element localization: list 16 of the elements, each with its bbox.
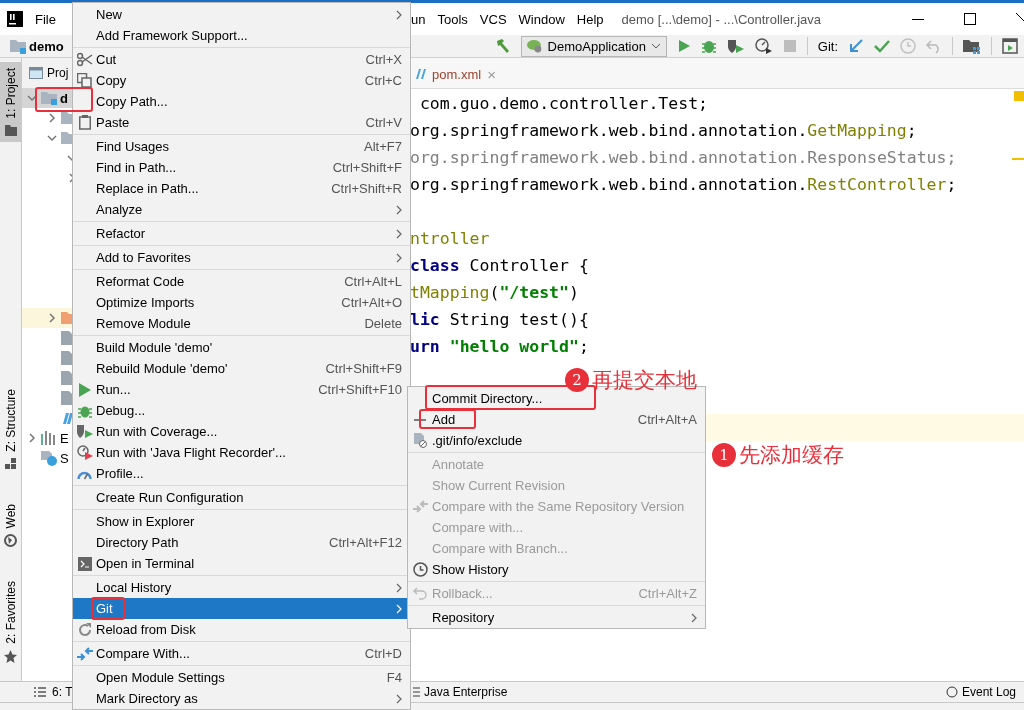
code-line: class Controller { bbox=[410, 256, 589, 275]
tree-label: S bbox=[60, 450, 69, 466]
code-line: tMapping("/test") bbox=[410, 283, 579, 302]
tree-label: E bbox=[60, 430, 69, 446]
code-line: ntroller bbox=[410, 229, 490, 248]
code-line: org.springframework.web.bind.annotation.ResponseStatus; bbox=[410, 148, 957, 167]
tree-label: d bbox=[60, 90, 68, 106]
code-line: org.springframework.web.bind.annotation.RestController; bbox=[410, 175, 957, 194]
annotation-text: 再提交本地 bbox=[592, 367, 697, 394]
git-label: Git: bbox=[817, 38, 838, 54]
code-line: urn "hello world"; bbox=[410, 337, 589, 356]
code-line: lic String test(){ bbox=[410, 310, 589, 329]
annotation-text: 先添加缓存 bbox=[739, 442, 844, 469]
code-line: com.guo.demo.controller.Test; bbox=[418, 94, 708, 113]
code-line: org.springframework.web.bind.annotation.GetMapping; bbox=[410, 121, 917, 140]
window-title: demo [...\demo] - ...\Controller.java bbox=[621, 11, 821, 27]
